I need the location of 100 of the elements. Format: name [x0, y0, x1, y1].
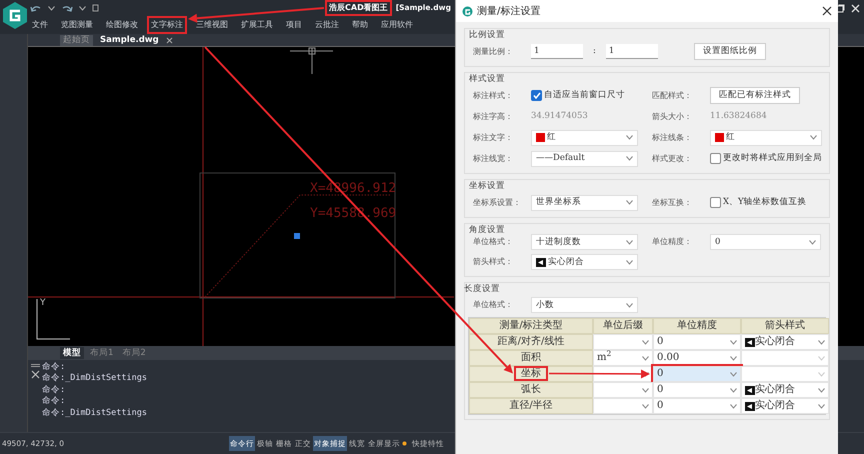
menu-item[interactable]: 扩展工具 — [239, 18, 275, 32]
field-label: 箭头大小： — [652, 110, 693, 122]
caret-icon — [642, 340, 649, 344]
menu-item[interactable]: 绘图修改 — [104, 18, 140, 32]
field-label: 标注样式： — [473, 90, 514, 102]
field-label: 标注线条： — [652, 132, 693, 144]
column-header: 箭头样式 — [741, 318, 829, 334]
caret-icon — [818, 404, 825, 408]
caret-icon — [642, 388, 649, 392]
input-field[interactable]: 1 — [606, 44, 658, 59]
table-cell-text: 面积 — [520, 352, 542, 363]
dropdown-field[interactable]: 实心闭合 — [741, 398, 829, 414]
command-line: 命令: — [42, 384, 66, 396]
dropdown-field[interactable] — [593, 398, 653, 414]
caret-icon — [730, 372, 737, 376]
caret-icon — [626, 200, 633, 205]
dropdown-field[interactable]: 红 — [531, 130, 638, 146]
caret-icon — [818, 340, 825, 344]
menu-item[interactable]: 三维视图 — [194, 18, 230, 32]
menu-item[interactable]: 文件 — [30, 18, 50, 32]
dropdown-field[interactable]: 0 — [653, 398, 741, 414]
field-label: 标注文字： — [473, 132, 514, 144]
caret-icon — [642, 404, 649, 408]
dropdown-field[interactable]: 实心闭合 — [741, 334, 829, 350]
dropdown-field[interactable]: 世界坐标系 — [531, 194, 638, 210]
separator-text: : — [593, 45, 596, 58]
arrowhead-icon — [745, 386, 755, 394]
dropdown-field[interactable] — [593, 334, 653, 350]
group-title: 样式设置 — [469, 73, 505, 85]
checkbox[interactable] — [531, 90, 542, 101]
checkbox[interactable] — [710, 153, 721, 164]
menu-item[interactable]: 云批注 — [313, 18, 341, 32]
crosshair-cursor — [290, 48, 334, 74]
layout-tab[interactable]: 模型 — [60, 347, 84, 359]
checkbox-label: X、Y轴坐标数值互换 — [723, 196, 807, 209]
grip-handle — [294, 233, 300, 239]
field-label: 标注线宽： — [473, 152, 514, 164]
match-style-button[interactable]: 匹配已有标注样式 — [710, 87, 800, 104]
document-tab[interactable]: Sample.dwg — [97, 34, 162, 46]
caret-icon — [730, 404, 737, 408]
dropdown-field[interactable]: m$^{2}$ — [593, 350, 653, 366]
caret-icon — [730, 340, 737, 344]
caret-icon — [626, 302, 633, 308]
dropdown-field[interactable]: 小数 — [531, 297, 638, 313]
command-line: 命令: — [42, 362, 66, 373]
dot-icon — [402, 441, 407, 446]
table-cell-text: 弧长 — [520, 384, 542, 395]
command-line: 命令:_DimDistSettings — [42, 408, 147, 420]
value-text: 34.91474053 — [531, 110, 588, 123]
dropdown-field[interactable]: 0 — [653, 382, 741, 398]
menu-item[interactable]: 文字标注 — [149, 18, 185, 32]
caret-icon — [818, 388, 825, 392]
arrowhead-icon — [745, 402, 755, 410]
restore-icon[interactable] — [836, 4, 845, 12]
dropdown-field[interactable]: 红 — [710, 130, 822, 146]
app-logo-icon — [462, 6, 473, 16]
app-title: 浩辰CAD看图王 — [327, 2, 390, 14]
menu-item[interactable]: 帮助 — [350, 18, 370, 32]
checkbox[interactable] — [710, 197, 721, 208]
handle-icon[interactable] — [30, 364, 40, 367]
dropdown-field[interactable]: 0 — [710, 234, 821, 250]
dropdown-field[interactable]: 0 — [653, 366, 741, 382]
group-title: 角度设置 — [469, 224, 505, 236]
dialog-title: 测量/标注设置 — [477, 4, 540, 18]
dropdown-field[interactable]: 实心闭合 — [741, 382, 829, 398]
caret-icon — [626, 156, 633, 161]
caret-icon — [809, 240, 816, 244]
close-icon[interactable] — [166, 36, 173, 44]
command-line: 命令: — [42, 396, 66, 408]
close-icon[interactable] — [30, 370, 40, 379]
checkbox-label: 更改时将样式应用到全局 — [723, 152, 822, 165]
dropdown-field[interactable]: 0 — [653, 334, 741, 350]
input-field[interactable]: 1 — [531, 44, 583, 59]
set-scale-button[interactable]: 设置图纸比例 — [694, 43, 766, 60]
field-label: 单位精度： — [652, 236, 693, 248]
group-title: 比例设置 — [469, 29, 505, 41]
caret-icon — [626, 240, 633, 244]
caret-icon — [642, 356, 649, 360]
menu-item[interactable]: 项目 — [284, 18, 304, 32]
dropdown-field[interactable]: ——Default — [531, 150, 638, 166]
dropdown-field[interactable]: 十进制度数 — [531, 234, 638, 250]
redo-icon[interactable] — [61, 4, 73, 12]
field-label: 单位格式： — [473, 236, 514, 248]
close-icon[interactable] — [822, 6, 832, 16]
dropdown-field[interactable] — [593, 382, 653, 398]
undo-icon[interactable] — [30, 4, 42, 12]
column-header: 单位精度 — [653, 318, 741, 334]
caret-icon — [810, 135, 817, 140]
dropdown-field[interactable]: 实心闭合 — [531, 254, 638, 270]
arrowhead-icon — [536, 258, 546, 266]
field-label: 箭头样式： — [473, 256, 514, 268]
column-header: 单位后缀 — [593, 318, 653, 334]
group-title: 长度设置 — [464, 283, 500, 295]
caret-icon — [818, 356, 825, 360]
caret-icon — [48, 6, 55, 10]
menu-item[interactable]: 应用软件 — [379, 18, 415, 32]
menu-item[interactable]: 览图测量 — [59, 18, 95, 32]
field-label: 测量比例： — [473, 46, 514, 58]
field-label: 样式更改： — [652, 152, 693, 164]
table-cell: 坐标 — [516, 368, 546, 379]
